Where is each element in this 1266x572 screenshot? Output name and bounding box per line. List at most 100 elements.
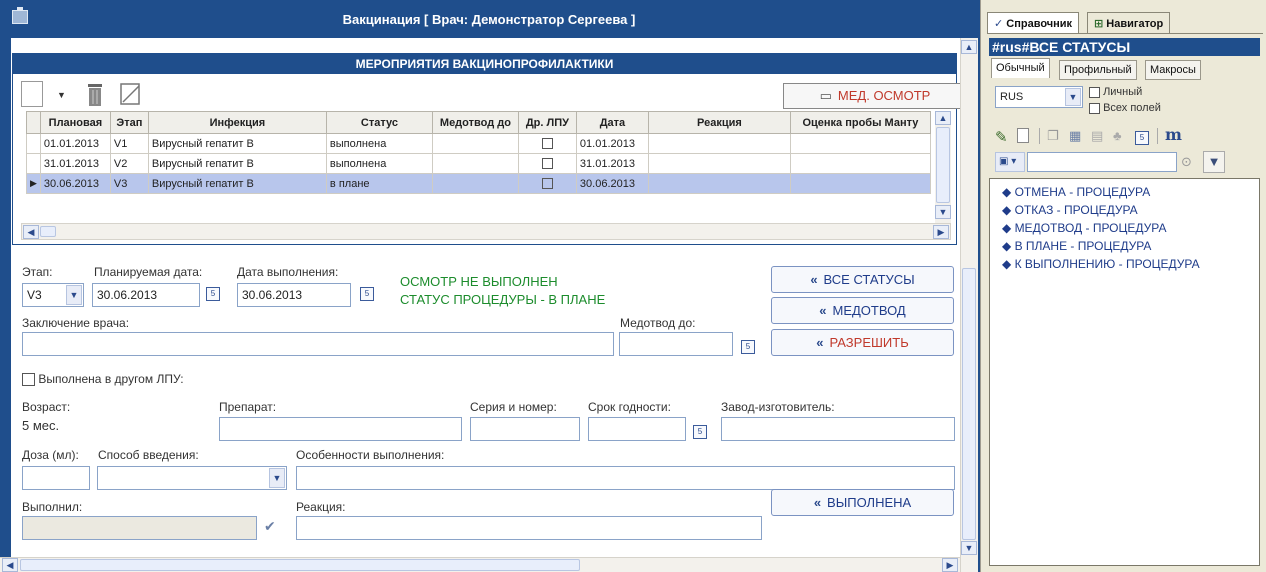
- med-exam-button[interactable]: ▭ МЕД. ОСМОТР: [783, 83, 967, 109]
- all-fields-checkbox[interactable]: [1089, 102, 1100, 114]
- subtab-regular[interactable]: Обычный: [991, 58, 1050, 78]
- list-item[interactable]: ◆ ОТКАЗ - ПРОЦЕДУРА: [1002, 203, 1138, 217]
- dose-field[interactable]: [22, 466, 90, 490]
- medotvod-button[interactable]: « МЕДОТВОД: [771, 297, 954, 324]
- method-label: Способ введения:: [98, 448, 199, 462]
- calendar-icon[interactable]: 5: [693, 425, 707, 439]
- new-document-icon[interactable]: [21, 81, 43, 107]
- list-item[interactable]: ◆ ОТМЕНА - ПРОЦЕДУРА: [1002, 185, 1150, 199]
- column-header[interactable]: Статус: [325, 111, 433, 134]
- scroll-right-icon[interactable]: ▶: [942, 558, 958, 572]
- grid-hscrollbar[interactable]: ◀ ▶: [21, 223, 951, 240]
- conclusion-field[interactable]: [22, 332, 614, 356]
- allow-button[interactable]: « РАЗРЕШИТЬ: [771, 329, 954, 356]
- done-button[interactable]: « ВЫПОЛНЕНА: [771, 489, 954, 516]
- scroll-left-icon[interactable]: ◀: [2, 558, 18, 572]
- calendar-icon[interactable]: 5: [206, 287, 220, 301]
- main-vscrollbar[interactable]: ▲ ▼: [960, 38, 978, 572]
- reaction-field[interactable]: [296, 516, 762, 540]
- calendar-icon[interactable]: 5: [360, 287, 374, 301]
- list-item[interactable]: ◆ МЕДОТВОД - ПРОЦЕДУРА: [1002, 221, 1167, 235]
- cell-other-lpu[interactable]: [517, 133, 577, 154]
- group-icon[interactable]: ♣: [1113, 128, 1122, 143]
- subtab-profile[interactable]: Профильный: [1059, 60, 1137, 80]
- done-date-field[interactable]: 30.06.2013: [237, 283, 351, 307]
- list-item[interactable]: ◆ В ПЛАНЕ - ПРОЦЕДУРА: [1002, 239, 1151, 253]
- macro-icon[interactable]: m: [1165, 125, 1182, 144]
- dropdown-arrow-icon[interactable]: ▼: [57, 90, 66, 100]
- tab-reference[interactable]: ✓ Справочник: [987, 12, 1080, 34]
- series-field[interactable]: [470, 417, 580, 441]
- all-fields-checkbox-row[interactable]: Всех полей: [1089, 102, 1161, 114]
- table-row[interactable]: 01.01.2013 V1 Вирусный гепатит В выполне…: [26, 133, 931, 154]
- language-select[interactable]: RUS ▼: [995, 86, 1083, 108]
- trash-icon[interactable]: [85, 80, 105, 108]
- list-item[interactable]: ◆ К ВЫПОЛНЕНИЮ - ПРОЦЕДУРА: [1002, 257, 1200, 271]
- table-icon[interactable]: ▤: [1091, 128, 1103, 144]
- subtab-macros[interactable]: Макросы: [1145, 60, 1201, 80]
- grid-icon[interactable]: ▦: [1069, 128, 1081, 144]
- features-field[interactable]: [296, 466, 955, 490]
- table-row-selected[interactable]: ▶ 30.06.2013 V3 Вирусный гепатит В в пла…: [26, 173, 931, 194]
- filter-input[interactable]: [1027, 152, 1177, 172]
- method-select[interactable]: ▼: [97, 466, 287, 490]
- column-header[interactable]: Плановая: [39, 111, 111, 134]
- maker-field[interactable]: [721, 417, 955, 441]
- table-row[interactable]: 31.01.2013 V2 Вирусный гепатит В выполне…: [26, 153, 931, 174]
- column-header[interactable]: Оценка пробы Манту: [789, 111, 931, 134]
- other-lpu-form-checkbox[interactable]: [22, 373, 35, 387]
- copy-icon[interactable]: ❐: [1047, 128, 1059, 144]
- med-exam-label: МЕД. ОСМОТР: [837, 88, 931, 103]
- new-document-icon[interactable]: [1017, 128, 1029, 143]
- chevron-down-icon[interactable]: ▼: [269, 468, 285, 488]
- calendar-icon[interactable]: 5: [1135, 131, 1149, 145]
- plan-date-field[interactable]: 30.06.2013: [92, 283, 200, 307]
- stage-select[interactable]: V3 ▼: [22, 283, 84, 307]
- grid-vscroll-thumb[interactable]: [936, 127, 950, 203]
- reaction-label: Реакция:: [296, 500, 346, 514]
- scroll-right-icon[interactable]: ▶: [933, 225, 949, 239]
- column-header[interactable]: Медотвод до: [431, 111, 519, 134]
- grid-scroll-down-icon[interactable]: ▼: [935, 205, 951, 219]
- column-header[interactable]: Дата: [575, 111, 649, 134]
- binoculars-icon[interactable]: ⊙: [1181, 154, 1192, 170]
- main-vscroll-thumb[interactable]: [962, 268, 976, 540]
- personal-checkbox[interactable]: [1089, 86, 1100, 98]
- column-header[interactable]: Инфекция: [147, 111, 327, 134]
- column-header[interactable]: Др. ЛПУ: [517, 111, 577, 134]
- other-lpu-checkbox[interactable]: [541, 178, 553, 190]
- filter-mode-select[interactable]: ▣ ▾: [995, 152, 1025, 172]
- all-statuses-button[interactable]: « ВСЕ СТАТУСЫ: [771, 266, 954, 293]
- column-header[interactable]: Этап: [109, 111, 149, 134]
- personal-checkbox-row[interactable]: Личный: [1089, 86, 1142, 98]
- filter-icon[interactable]: ▼: [1203, 151, 1225, 173]
- grid-vscrollbar[interactable]: ▲ ▼: [935, 111, 951, 223]
- main-hscrollbar[interactable]: ◀ ▶: [0, 557, 960, 572]
- chevron-down-icon[interactable]: ▼: [66, 285, 82, 305]
- edit-icon[interactable]: [119, 80, 143, 108]
- grid-scroll-up-icon[interactable]: ▲: [935, 111, 951, 125]
- reference-panel: ✓ Справочник ⊞ Навигатор #rus#ВСЕ СТАТУС…: [980, 0, 1266, 572]
- grid-hscroll-thumb[interactable]: [40, 226, 56, 237]
- main-hscroll-thumb[interactable]: [20, 559, 580, 571]
- other-lpu-row[interactable]: Выполнена в другом ЛПУ:: [22, 372, 184, 387]
- drug-field[interactable]: [219, 417, 462, 441]
- leaf-icon[interactable]: ✎: [995, 128, 1008, 146]
- cell-other-lpu[interactable]: [517, 173, 577, 194]
- executor-field[interactable]: [22, 516, 257, 540]
- tab-navigator[interactable]: ⊞ Навигатор: [1087, 12, 1171, 34]
- scroll-left-icon[interactable]: ◀: [23, 225, 39, 239]
- scroll-up-icon[interactable]: ▲: [961, 40, 977, 54]
- chevron-down-icon[interactable]: ▼: [1065, 88, 1081, 106]
- column-header[interactable]: Реакция: [647, 111, 791, 134]
- other-lpu-checkbox[interactable]: [541, 138, 553, 150]
- calendar-icon[interactable]: 5: [741, 340, 755, 354]
- check-icon[interactable]: ✔: [264, 518, 276, 535]
- expiry-field[interactable]: [588, 417, 686, 441]
- cell-other-lpu[interactable]: [517, 153, 577, 174]
- medotvod-until-field[interactable]: [619, 332, 733, 356]
- cell-status: выполнена: [325, 133, 433, 154]
- scroll-down-icon[interactable]: ▼: [961, 541, 977, 555]
- cell-infection: Вирусный гепатит В: [147, 153, 327, 174]
- other-lpu-checkbox[interactable]: [541, 158, 553, 170]
